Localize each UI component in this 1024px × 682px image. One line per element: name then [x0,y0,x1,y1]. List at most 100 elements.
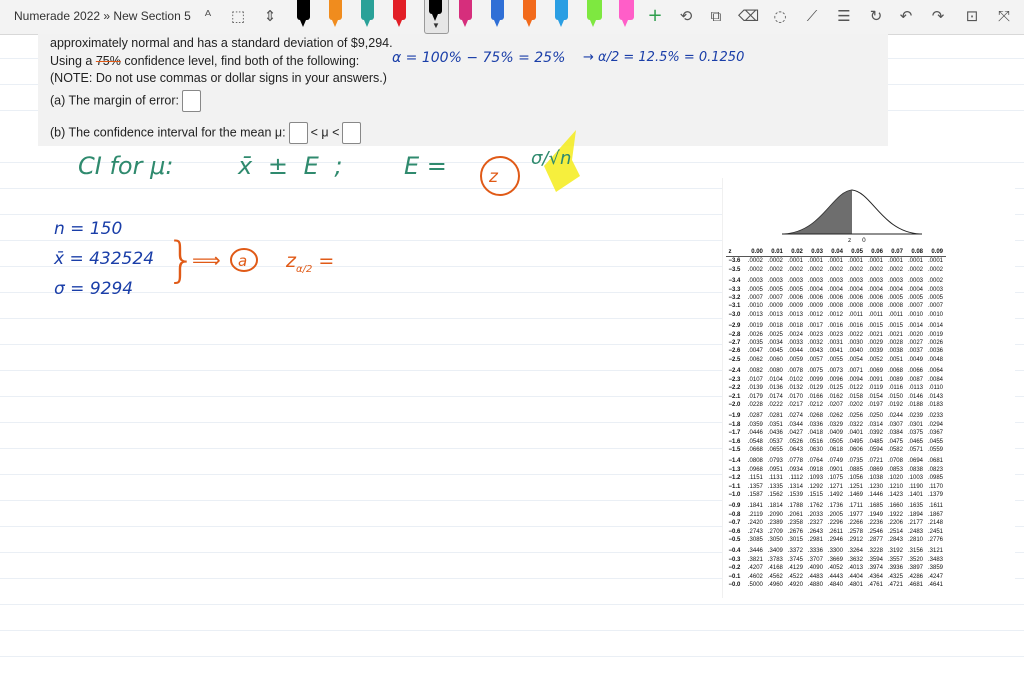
probability-cell: .0003 [907,278,923,285]
probability-cell: .0003 [847,278,863,285]
chevron-down-icon[interactable]: ▼ [432,21,440,30]
probability-cell: .0073 [827,368,843,375]
z-value-cell: −2.4 [728,368,741,375]
probability-cell: .2358 [787,520,803,527]
ci-lower-input[interactable] [288,122,308,144]
probability-cell: .2810 [907,537,923,543]
highlighter-pink[interactable] [619,0,634,27]
probability-cell: .2061 [787,511,803,518]
ruler-icon[interactable]: ⟋ [802,6,822,26]
probability-cell: .4880 [807,582,823,589]
handwritten-alpha-line: α = 100% − 75% = 25% [392,50,566,66]
redo-icon[interactable]: ↷ [928,6,948,26]
probability-cell: .3859 [928,565,944,572]
pen-red-2[interactable] [459,0,472,27]
probability-cell: .0582 [887,446,903,453]
z-table-row: −2.8 .0026 .0025 .0024 .0023 .0023 .0022 .0021.… [726,331,946,339]
probability-cell: .0322 [847,421,863,428]
z-value-cell: −3.4 [728,278,741,285]
ink-to-math-icon[interactable]: ⊡ [962,6,982,26]
probability-cell: .0281 [767,413,783,420]
probability-cell: .0080 [767,368,783,375]
probability-cell: .0125 [827,385,843,392]
ci-upper-input[interactable] [342,122,362,144]
probability-cell: .0039 [867,348,883,355]
pen-black[interactable] [297,0,310,27]
z-table-row: −2.7 .0035 .0034 .0033 .0032 .0031 .0030 .0029.… [726,339,946,347]
probability-cell: .0011 [868,311,883,318]
probability-cell: .0002 [787,266,803,273]
normal-curve-figure: z 0 [782,189,922,244]
pen-red[interactable] [393,0,406,27]
pen-orange[interactable] [329,0,342,27]
z-table-row: −1.8 .0359 .0351 .0344 .0336 .0329 .0322 .0314.… [726,421,946,429]
probability-cell: .0104 [767,376,783,383]
probability-cell: .0212 [807,401,823,408]
z-value-cell: −0.8 [728,511,741,518]
svg-text:a: a [238,252,247,270]
immersive-reader-icon[interactable]: ☰ [834,6,854,26]
z-table-row: −3.0 .0013 .0013 .0013 .0012 .0012 .0011 .0011.… [726,311,946,319]
z-value-cell: −1.5 [728,446,741,453]
probability-cell: .0102 [787,376,803,383]
lasso-icon[interactable]: ◌ [770,6,790,26]
probability-cell: .0011 [848,311,863,318]
probability-cell: .0475 [887,438,903,445]
lasso-text-icon[interactable]: ᴬ [198,6,218,26]
probability-cell: .0003 [928,286,944,293]
probability-cell: .0019 [747,323,763,330]
undo-icon[interactable]: ↶ [896,6,916,26]
z-value-cell: −0.9 [728,503,741,510]
probability-cell: .0002 [827,266,843,273]
probability-cell: .1446 [867,491,883,498]
z-table-row: −3.1 .0010 .0009 .0009 .0009 .0008 .0008 .0008.… [726,302,946,310]
probability-cell: .0023 [827,331,843,338]
add-pen-icon[interactable]: + [645,6,665,26]
handwritten-xbar: x̄ = 432524 [54,249,155,269]
lasso-select-icon[interactable]: ⬚ [228,6,248,26]
probability-cell: .1949 [867,511,883,518]
problem-line-2: Using a 75% confidence level, find both … [50,54,360,68]
z-value-cell: −3.2 [728,295,741,302]
probability-cell: .0021 [867,331,883,338]
ink-to-text-icon[interactable]: ⧉ [706,6,726,26]
probability-cell: .0708 [887,458,903,465]
highlighter-green[interactable] [587,0,602,27]
pen-blue-2[interactable] [555,0,568,27]
ink-replay-icon[interactable]: ↻ [866,6,886,26]
probability-cell: .0233 [928,413,944,420]
pen-teal[interactable] [361,0,374,27]
pen-blue[interactable] [491,0,504,27]
probability-cell: .0075 [807,368,823,375]
insert-space-icon[interactable]: ⇕ [260,6,280,26]
probability-cell: .0016 [827,323,843,330]
probability-cell: .0005 [747,286,763,293]
probability-cell: .0005 [907,295,923,302]
probability-cell: .0013 [787,311,803,318]
probability-cell: .4840 [827,582,843,589]
breadcrumb[interactable]: Numerade 2022 » New Section 5 [14,9,191,23]
z-table-header: 0.07 [885,248,906,258]
z-table-header: 0.08 [905,248,926,258]
z-table-row: −1.0 .1587 .1562 .1539 .1515 .1492 .1469 .1446.… [726,491,946,499]
probability-cell: .0002 [747,258,763,265]
probability-cell: .0150 [887,393,903,400]
probability-cell: .1131 [768,475,783,482]
probability-cell: .4920 [787,582,803,589]
pen-orange-2[interactable] [523,0,536,27]
probability-cell: .0301 [907,421,923,428]
probability-cell: .3897 [907,565,923,572]
probability-cell: .0537 [767,438,783,445]
probability-cell: .1112 [788,475,803,482]
z-table-row: −0.6 .2743 .2709 .2676 .2643 .2611 .2578 .2546.… [726,528,946,536]
problem-line-3: (NOTE: Do not use commas or dollar signs… [50,71,387,85]
probability-cell: .0934 [787,466,803,473]
z-value-cell: −1.8 [728,421,741,428]
eraser-icon[interactable]: ⌫ [738,6,759,26]
margin-of-error-input[interactable] [181,90,201,112]
probability-cell: .3192 [887,548,903,555]
ink-to-shape-icon[interactable]: ⟲ [676,6,696,26]
fullscreen-icon[interactable]: ⤧ [994,6,1014,26]
probability-cell: .2981 [807,537,823,543]
probability-cell: .0021 [887,331,903,338]
